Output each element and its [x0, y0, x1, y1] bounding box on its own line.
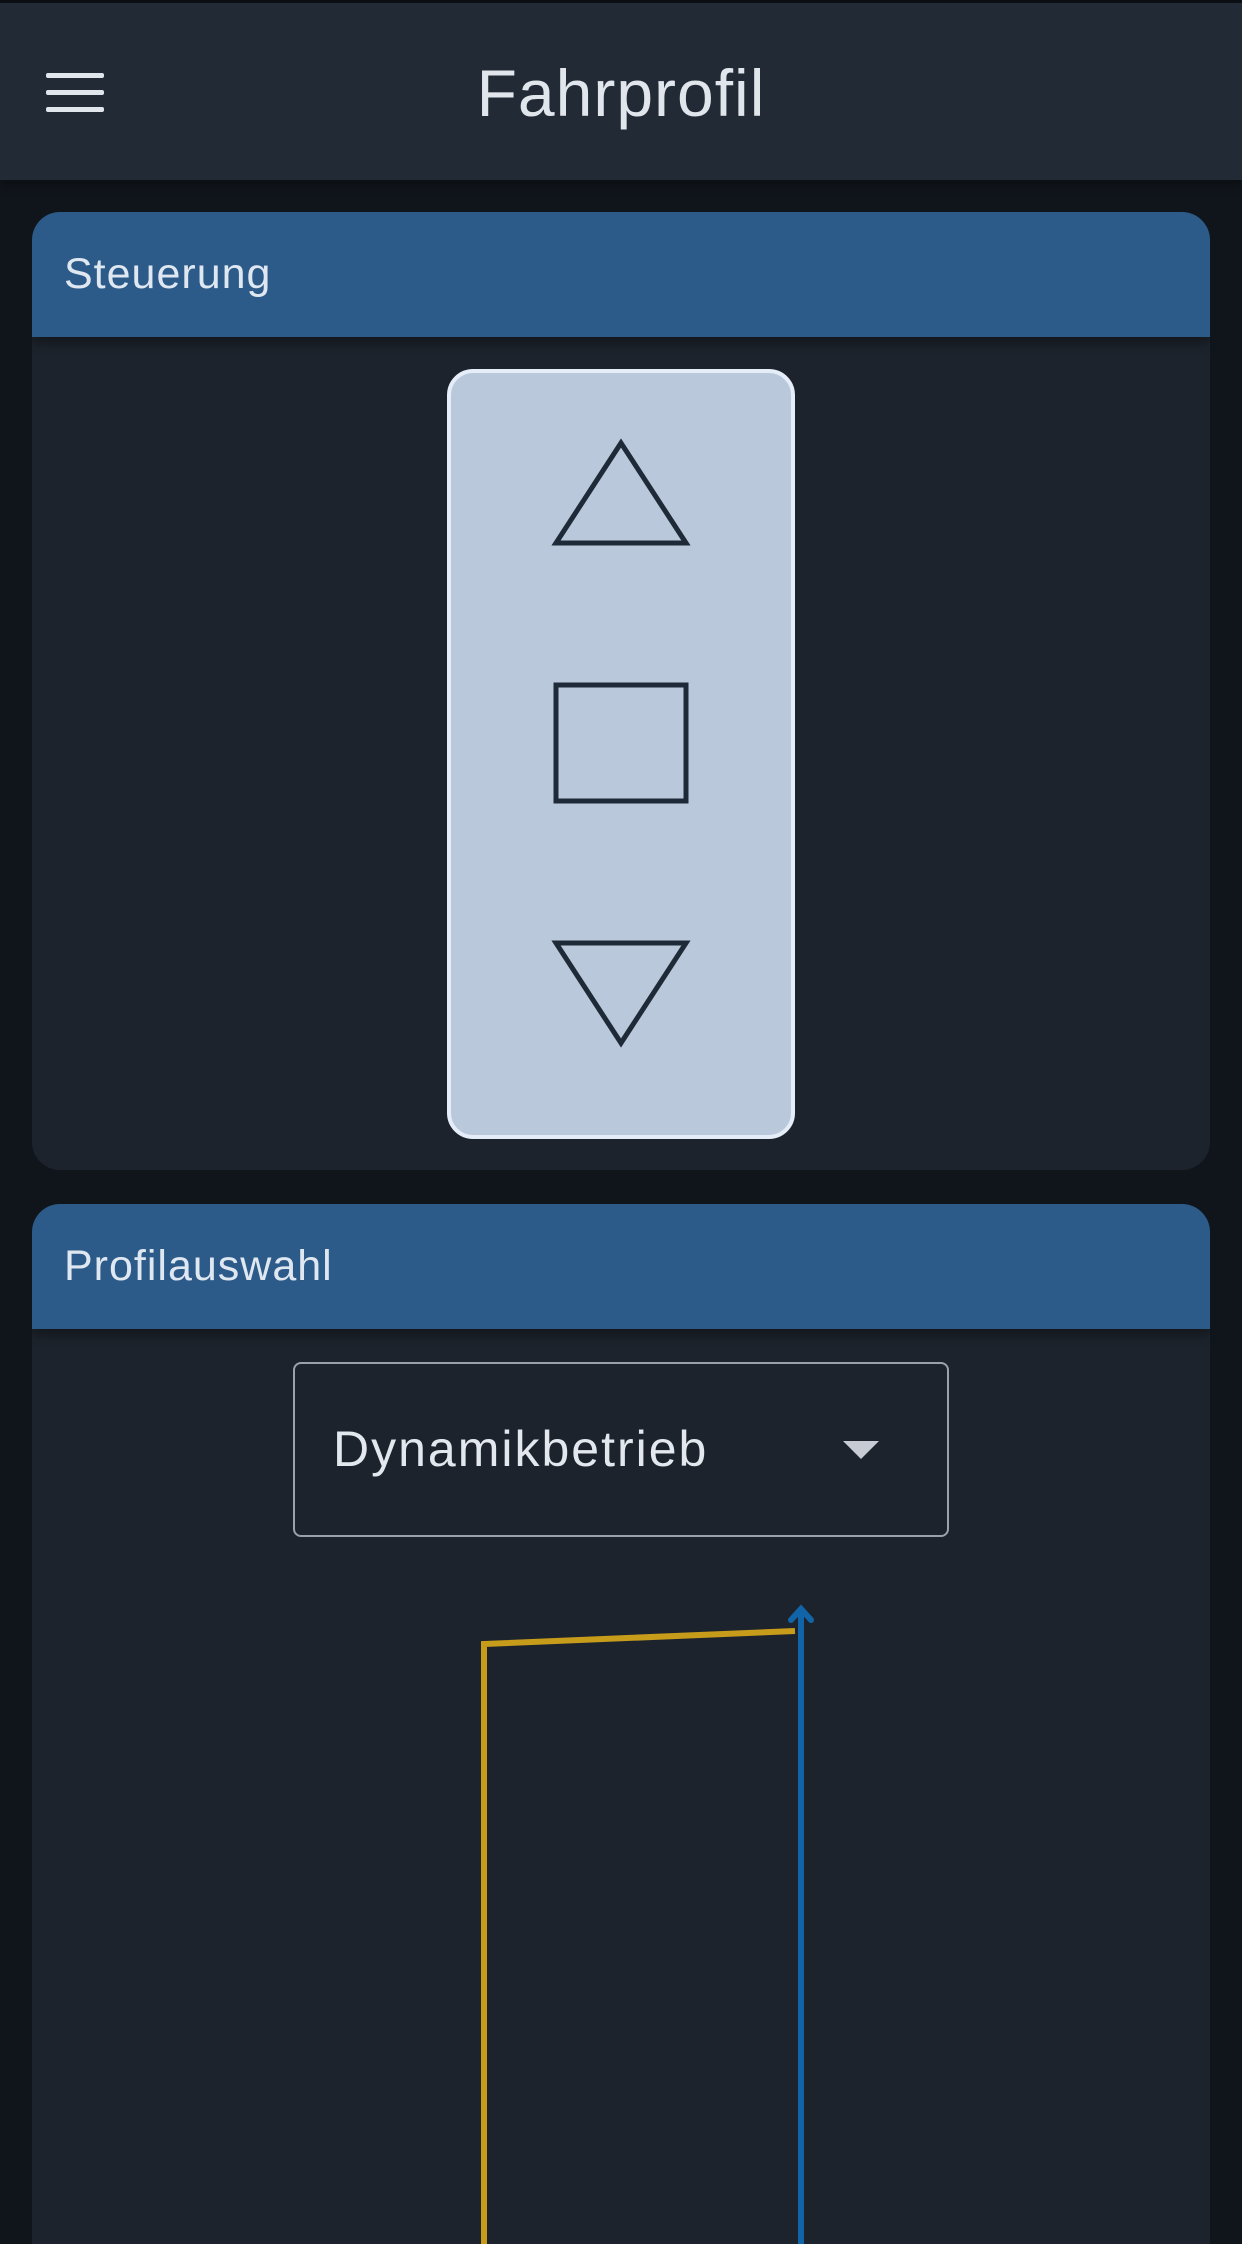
control-pad [447, 369, 795, 1139]
triangle-down-icon [551, 940, 691, 1048]
steuerung-title: Steuerung [64, 250, 272, 298]
profilauswahl-title: Profilauswahl [64, 1242, 333, 1290]
triangle-up-icon [551, 438, 691, 546]
stop-button[interactable] [451, 678, 791, 808]
page-title: Fahrprofil [476, 56, 766, 130]
profile-select[interactable]: Dynamikbetrieb [293, 1362, 949, 1537]
profilauswahl-card-header: Profilauswahl [32, 1204, 1210, 1329]
square-stop-icon [553, 682, 689, 804]
profile-yellow-line [481, 1628, 796, 2244]
steuerung-card: Steuerung [32, 212, 1210, 1170]
profile-select-value: Dynamikbetrieb [333, 1421, 709, 1477]
profile-graph [481, 1604, 814, 2244]
down-button[interactable] [451, 933, 791, 1053]
profilauswahl-card: Profilauswahl Dynamikbetrieb [32, 1204, 1210, 2244]
steuerung-card-header: Steuerung [32, 212, 1210, 337]
dropdown-arrow-icon [843, 1441, 879, 1459]
up-button[interactable] [451, 433, 791, 553]
app-bar: Fahrprofil [0, 0, 1242, 180]
